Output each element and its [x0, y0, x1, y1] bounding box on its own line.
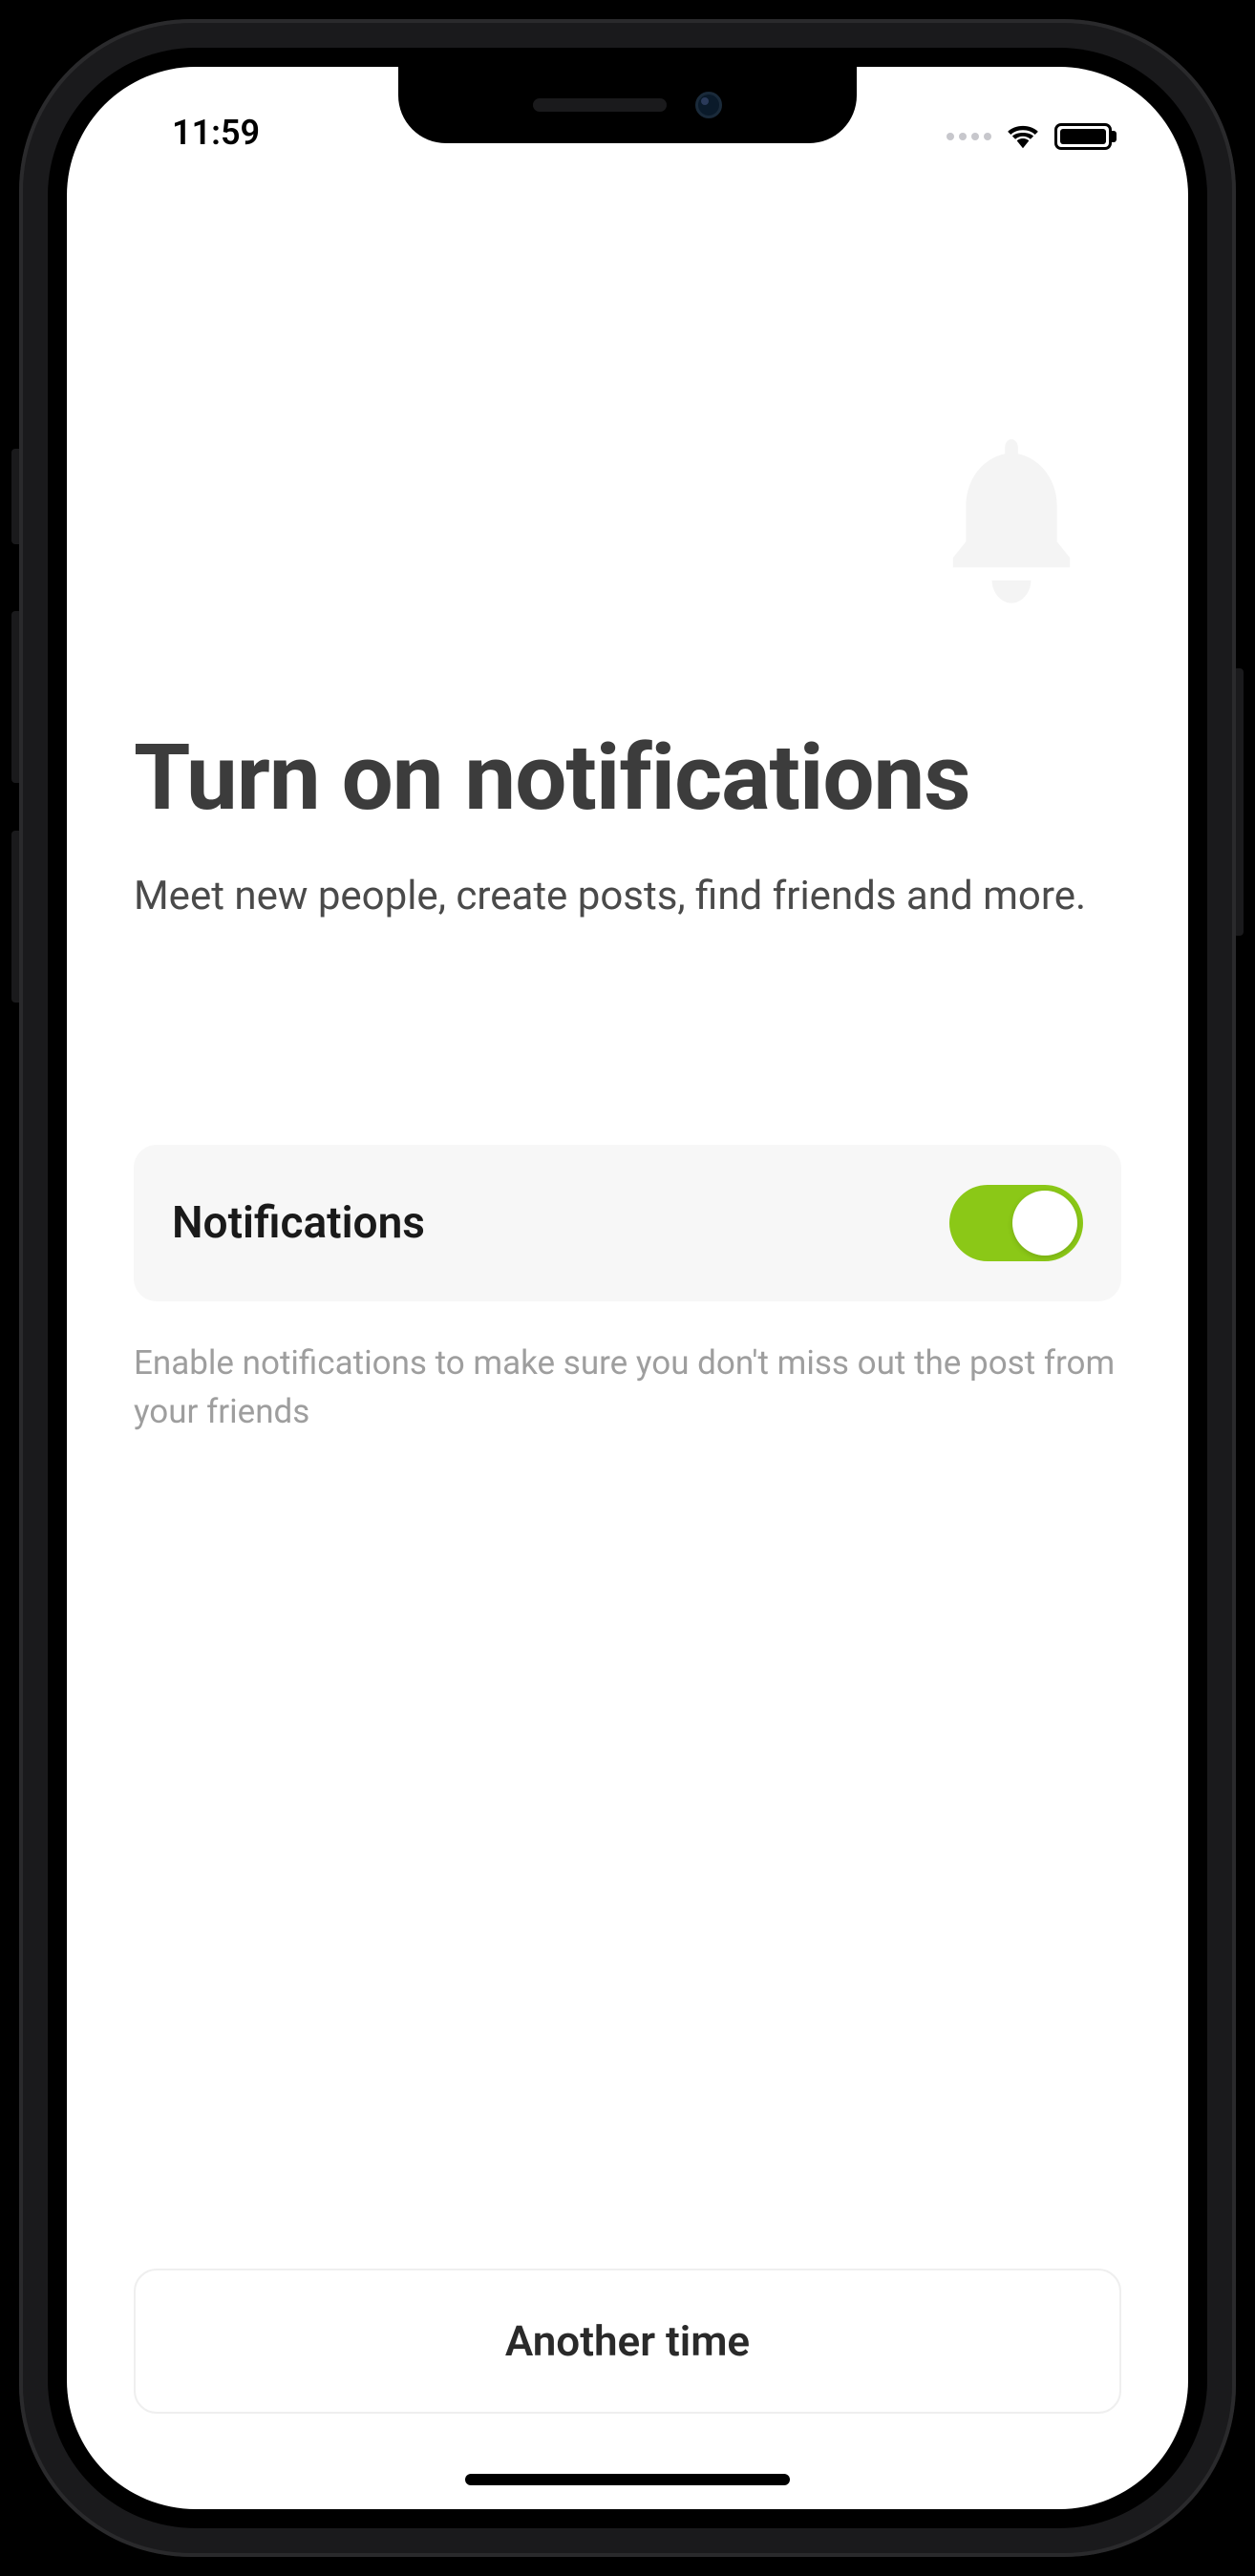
speaker [533, 98, 667, 112]
status-icons [947, 120, 1131, 153]
toggle-knob [1012, 1191, 1077, 1256]
wifi-icon [1005, 120, 1041, 153]
battery-icon [1054, 123, 1112, 150]
power-button [1236, 668, 1244, 936]
toggle-helper-text: Enable notifications to make sure you do… [134, 1340, 1121, 1437]
page-subtitle: Meet new people, create posts, find frie… [134, 869, 1121, 925]
notch [398, 67, 857, 143]
hero-illustration [134, 162, 1121, 611]
home-indicator[interactable] [465, 2474, 790, 2485]
content-area: Turn on notifications Meet new people, c… [67, 67, 1188, 2509]
page-title: Turn on notifications [134, 726, 1121, 831]
notifications-toggle[interactable] [949, 1185, 1083, 1261]
volume-down-button [11, 831, 19, 1003]
notifications-toggle-card: Notifications [134, 1145, 1121, 1301]
volume-up-button [11, 611, 19, 783]
status-time: 11:59 [124, 113, 260, 153]
bell-icon [930, 430, 1093, 611]
device-frame: 11:59 [19, 19, 1236, 2557]
device-bezel: 11:59 [48, 48, 1207, 2528]
toggle-label: Notifications [172, 1197, 425, 1249]
silent-switch [11, 449, 19, 544]
cellular-icon [947, 133, 991, 140]
another-time-button[interactable]: Another time [134, 2269, 1121, 2414]
front-camera [695, 92, 722, 118]
screen: 11:59 [67, 67, 1188, 2509]
